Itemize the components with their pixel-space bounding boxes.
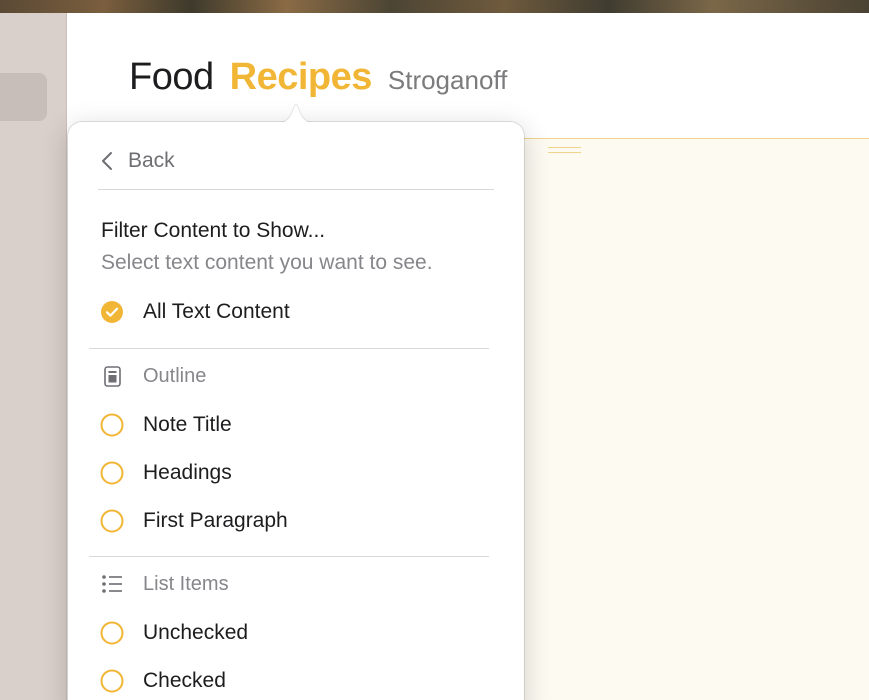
divider (89, 556, 489, 557)
section-list-items: List Items (100, 569, 229, 599)
sidebar (0, 13, 67, 700)
popover-arrow (276, 101, 316, 123)
section-outline: Outline (100, 361, 206, 391)
drag-handle-icon[interactable] (548, 147, 581, 153)
divider (89, 348, 489, 349)
back-button[interactable]: Back (100, 146, 175, 176)
radio-empty-icon (100, 621, 124, 645)
option-label: Unchecked (143, 621, 249, 644)
section-label-list-items: List Items (143, 572, 229, 595)
option-label: Checked (143, 669, 226, 692)
breadcrumb-recipes[interactable]: Recipes (230, 56, 373, 99)
breadcrumb: Food Recipes Stroganoff (129, 56, 507, 106)
option-label: Note Title (143, 413, 232, 436)
option-unchecked[interactable]: Unchecked (100, 618, 248, 648)
desktop-wallpaper (0, 0, 869, 13)
filter-title: Filter Content to Show... (101, 219, 326, 242)
document-icon (104, 366, 121, 387)
option-label: First Paragraph (143, 509, 288, 532)
option-checked[interactable]: Checked (100, 666, 226, 696)
divider (98, 189, 494, 190)
radio-empty-icon (100, 669, 124, 693)
notes-window: Food Recipes Stroganoff Back Filter Cont… (0, 0, 869, 700)
sidebar-selected-item[interactable] (0, 73, 47, 121)
option-label: All Text Content (143, 300, 290, 323)
filter-subtitle: Select text content you want to see. (101, 251, 433, 274)
back-label: Back (128, 149, 175, 172)
option-note-title[interactable]: Note Title (100, 410, 232, 440)
section-label-outline: Outline (143, 364, 207, 387)
breadcrumb-food[interactable]: Food (129, 56, 214, 99)
note-body[interactable] (520, 139, 869, 700)
radio-empty-icon (100, 509, 124, 533)
checkmark-circle-icon (101, 301, 123, 323)
breadcrumb-stroganoff[interactable]: Stroganoff (388, 65, 508, 96)
radio-empty-icon (100, 413, 124, 437)
option-first-paragraph[interactable]: First Paragraph (100, 506, 288, 536)
list-bullet-icon (102, 575, 122, 593)
chevron-left-icon (102, 152, 112, 170)
option-label: Headings (143, 461, 232, 484)
option-headings[interactable]: Headings (100, 458, 232, 488)
radio-empty-icon (100, 461, 124, 485)
option-all-text-content[interactable]: All Text Content (100, 297, 290, 327)
